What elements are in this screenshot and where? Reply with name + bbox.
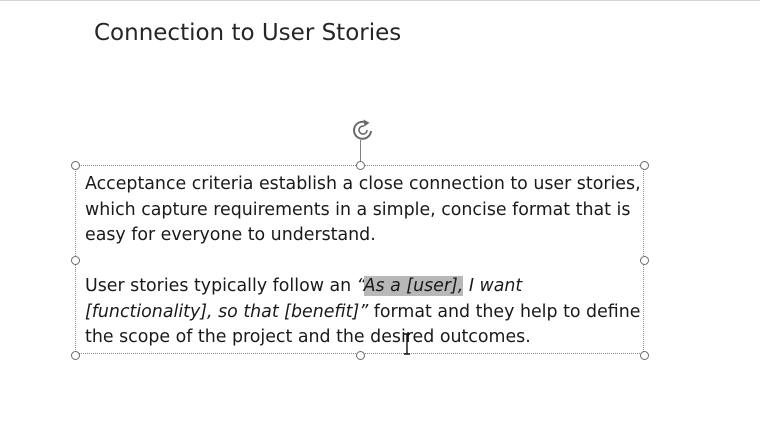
resize-handle-bottom-right[interactable] (639, 350, 649, 360)
paragraph-2-intro: User stories typically follow an (85, 276, 357, 296)
resize-handle-bottom-center[interactable] (355, 350, 365, 360)
quote-open-mark: “ (356, 276, 364, 296)
selected-text[interactable]: As a [user], (363, 276, 464, 296)
resize-handle-top-left[interactable] (70, 160, 80, 170)
resize-handle-bottom-left[interactable] (70, 350, 80, 360)
paragraph-2[interactable]: User stories typically follow an “As a [… (85, 274, 645, 351)
text-box-content[interactable]: Acceptance criteria establish a close co… (85, 172, 645, 351)
top-divider (0, 0, 760, 1)
text-cursor-icon (404, 333, 410, 355)
resize-handle-top-right[interactable] (639, 160, 649, 170)
rotate-handle-icon[interactable] (349, 116, 377, 144)
resize-handle-middle-left[interactable] (70, 255, 80, 265)
slide-title[interactable]: Connection to User Stories (94, 20, 401, 46)
resize-handle-top-center[interactable] (355, 160, 365, 170)
paragraph-1[interactable]: Acceptance criteria establish a close co… (85, 172, 645, 249)
